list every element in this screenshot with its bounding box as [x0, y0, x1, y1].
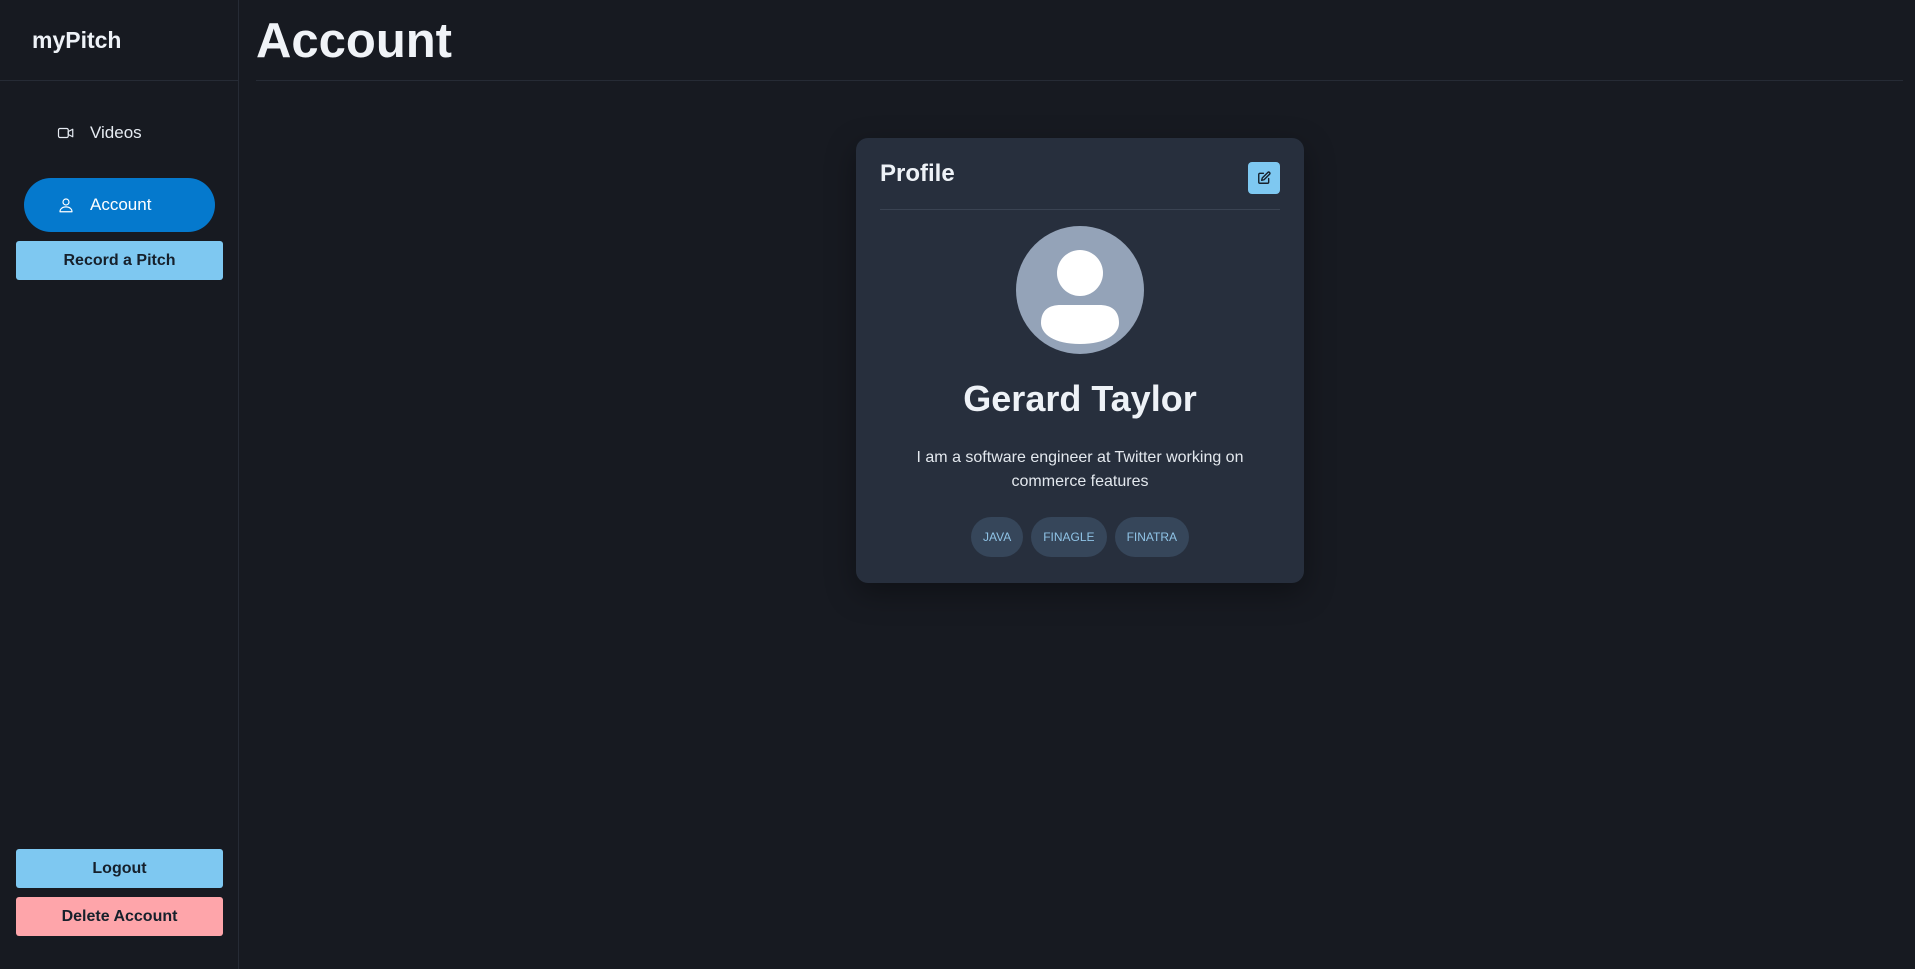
user-icon [56, 195, 76, 215]
avatar [1016, 226, 1144, 354]
edit-profile-button[interactable] [1248, 162, 1280, 194]
skill-tag: FINAGLE [1031, 517, 1107, 557]
header-divider [256, 80, 1903, 81]
record-pitch-button[interactable]: Record a Pitch [16, 241, 223, 280]
sidebar-item-account[interactable]: Account [24, 178, 215, 232]
card-divider [880, 209, 1280, 210]
main-content: Account Profile Gerard Taylor I am a sof… [239, 0, 1915, 969]
app: myPitch Videos Account Record a Pitch Lo… [0, 0, 1915, 969]
profile-card-title: Profile [880, 160, 955, 187]
sidebar-item-label: Account [90, 195, 152, 214]
default-avatar-icon [1041, 250, 1119, 344]
sidebar-item-videos[interactable]: Videos [24, 106, 215, 160]
edit-icon [1257, 171, 1271, 185]
skill-tag: JAVA [970, 517, 1024, 557]
skill-tag: FINATRA [1114, 517, 1190, 557]
delete-account-button[interactable]: Delete Account [16, 897, 223, 936]
sidebar-item-label: Videos [90, 123, 142, 142]
logout-button[interactable]: Logout [16, 849, 223, 888]
profile-bio: I am a software engineer at Twitter work… [916, 449, 1244, 490]
video-camera-icon [56, 123, 76, 143]
page-title: Account [256, 14, 452, 68]
profile-card: Profile Gerard Taylor I am a software en… [856, 138, 1304, 583]
skill-tags: JAVA FINAGLE FINATRA [856, 517, 1304, 557]
sidebar: myPitch Videos Account Record a Pitch Lo… [0, 0, 239, 969]
brand-logo[interactable]: myPitch [0, 0, 238, 81]
profile-name: Gerard Taylor [963, 378, 1197, 419]
